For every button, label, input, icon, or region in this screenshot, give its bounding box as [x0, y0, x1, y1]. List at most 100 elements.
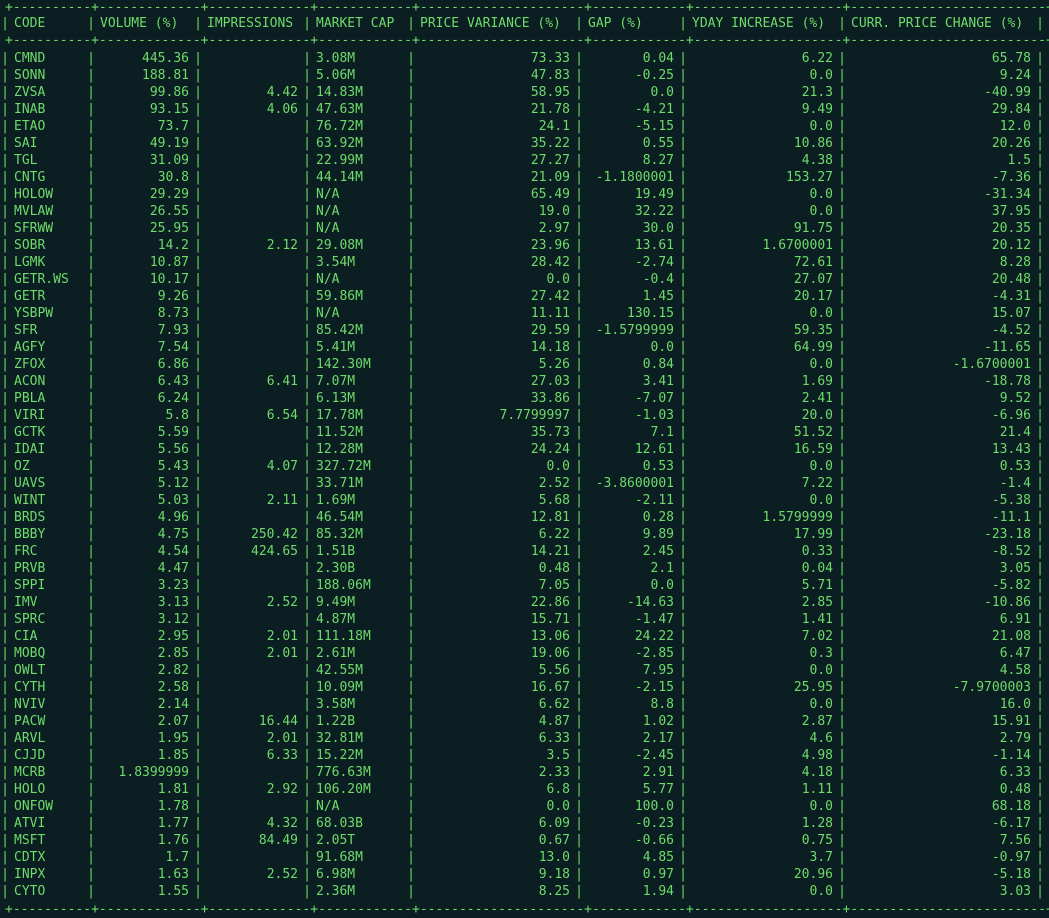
- table-cell: 4.98: [801, 748, 833, 763]
- table-cell: 14.18: [530, 340, 570, 355]
- table-cell: 0.04: [642, 51, 674, 66]
- table-row[interactable]: | | | | | | | | | INPX 1.63 2.52 6.98M 9.18 0.97 20.96 -…: [1, 866, 1045, 883]
- column-separator: |: [1036, 765, 1044, 780]
- column-separator: |: [838, 833, 846, 848]
- table-row[interactable]: | | | | | | | | | CNTG 30.8 44.14M 21.09 -1.1800001 15…: [1, 169, 1045, 186]
- table-cell: 11.11: [530, 306, 570, 321]
- table-row[interactable]: | | | | | | | | | WINT 5.03 2.11 1.69M 5.68 -2.11 0.0 -5…: [1, 492, 1045, 509]
- table-row[interactable]: | | | | | | | | | AGFY 7.54 5.41M 14.18 0.0 64.99 -11.6…: [1, 339, 1045, 356]
- column-separator: |: [838, 187, 846, 202]
- table-row[interactable]: | | | | | | | | | TGL 31.09 22.99M 27.27 8.27 4.38 1.5: [1, 152, 1045, 169]
- table-cell: ACON: [14, 374, 46, 389]
- column-separator: |: [303, 748, 311, 763]
- table-row[interactable]: | | | | | | | | | ARVL 1.95 2.01 32.81M 6.33 2.17 4.6 2.…: [1, 730, 1045, 747]
- table-row[interactable]: | | | | | | | | | CYTO 1.55 2.36M 8.25 1.94 0.0 3.03: [1, 883, 1045, 900]
- table-cell: YSBPW: [14, 306, 54, 321]
- column-separator: |: [303, 374, 311, 389]
- table-cell: PRVB: [14, 561, 46, 576]
- column-separator: |: [1, 527, 9, 542]
- column-separator: |: [575, 629, 583, 644]
- table-row[interactable]: | | | | | | | | | MVLAW 26.55 N/A 19.0 32.22 0.0 37.95: [1, 203, 1045, 220]
- table-cell: 8.28: [999, 255, 1031, 270]
- table-row[interactable]: | | | | | | | | | LGMK 10.87 3.54M 28.42 -2.74 72.61 8.…: [1, 254, 1045, 271]
- table-row[interactable]: | | | | | | | | | MSFT 1.76 84.49 2.05T 0.67 -0.66 0.75…: [1, 832, 1045, 849]
- table-cell: 10.09M: [316, 680, 363, 695]
- table-cell: 4.06: [266, 102, 298, 117]
- table-row[interactable]: | | | | | | | | | PACW 2.07 16.44 1.22B 4.87 1.02 2.87 1…: [1, 713, 1045, 730]
- table-row[interactable]: | | | | | | | | | SPPI 3.23 188.06M 7.05 0.0 5.71 -5.82: [1, 577, 1045, 594]
- column-separator: |: [679, 697, 687, 712]
- table-row[interactable]: | | | | | | | | | MCRB 1.8399999 776.63M 2.33 2.91 4.1…: [1, 764, 1045, 781]
- column-separator: |: [407, 51, 415, 66]
- table-row[interactable]: | | | | | | | | | BBBY 4.75 250.42 85.32M 6.22 9.89 17.…: [1, 526, 1045, 543]
- table-row[interactable]: | | | | | | | | | CDTX 1.7 91.68M 13.0 4.85 3.7 -0.97: [1, 849, 1045, 866]
- table-row[interactable]: | | | | | | | | | SOBR 14.2 2.12 29.08M 23.96 13.61 1.6…: [1, 237, 1045, 254]
- table-cell: -40.99: [984, 85, 1031, 100]
- table-row[interactable]: | | | | | | | | | VIRI 5.8 6.54 17.78M 7.7799997 -1.03…: [1, 407, 1045, 424]
- column-header: IMPRESSIONS: [207, 16, 294, 31]
- table-row[interactable]: | | | | | | | | | OZ 5.43 4.07 327.72M 0.0 0.53 0.0 0.53: [1, 458, 1045, 475]
- column-separator: |: [1036, 442, 1044, 457]
- table-row[interactable]: | | | | | | | | | PBLA 6.24 6.13M 33.86 -7.07 2.41 9.52: [1, 390, 1045, 407]
- table-row[interactable]: | | | | | | | | | NVIV 2.14 3.58M 6.62 8.8 0.0 16.0: [1, 696, 1045, 713]
- table-cell: 91.75: [793, 221, 833, 236]
- column-separator: |: [407, 272, 415, 287]
- column-separator: |: [1, 850, 9, 865]
- column-separator: |: [194, 323, 202, 338]
- table-row[interactable]: | | | | | | | | | HOLOW 29.29 N/A 65.49 19.49 0.0 -31.3…: [1, 186, 1045, 203]
- table-row[interactable]: | | | | | | | | | BRDS 4.96 46.54M 12.81 0.28 1.579999…: [1, 509, 1045, 526]
- column-separator: |: [194, 595, 202, 610]
- column-separator: |: [838, 357, 846, 372]
- column-separator: |: [679, 289, 687, 304]
- table-row[interactable]: | | | | | | | | | YSBPW 8.73 N/A 11.11 130.15 0.0 15.07: [1, 305, 1045, 322]
- column-separator: |: [194, 170, 202, 185]
- table-row[interactable]: | | | | | | | | | ZVSA 99.86 4.42 14.83M 58.95 0.0 21.3…: [1, 84, 1045, 101]
- column-separator: |: [575, 612, 583, 627]
- table-row[interactable]: | | | | | | | | | UAVS 5.12 33.71M 2.52 -3.8600001 7.2…: [1, 475, 1045, 492]
- table-cell: 2.91: [642, 765, 674, 780]
- table-cell: [207, 152, 298, 169]
- table-row[interactable]: | | | | | | | | | SAI 49.19 63.92M 35.22 0.55 10.86 20.…: [1, 135, 1045, 152]
- table-cell: ARVL: [14, 731, 46, 746]
- table-row[interactable]: | | | | | | | | | SONN 188.81 5.06M 47.83 -0.25 0.0 9.2…: [1, 67, 1045, 84]
- table-row[interactable]: | | | | | | | | | IDAI 5.56 12.28M 24.24 12.61 16.59 13…: [1, 441, 1045, 458]
- table-row[interactable]: | | | | | | | | | GCTK 5.59 11.52M 35.73 7.1 51.52 21.4: [1, 424, 1045, 441]
- table-row[interactable]: | | | | | | | | | IMV 3.13 2.52 9.49M 22.86 -14.63 2.85…: [1, 594, 1045, 611]
- column-separator: |: [838, 493, 846, 508]
- table-row[interactable]: | | | | | | | | | ATVI 1.77 4.32 68.03B 6.09 -0.23 1.28…: [1, 815, 1045, 832]
- column-separator: |: [194, 476, 202, 491]
- table-row[interactable]: | | | | | | | | | ETAO 73.7 76.72M 24.1 -5.15 0.0 12.0: [1, 118, 1045, 135]
- table-row[interactable]: | | | | | | | | | GETR 9.26 59.86M 27.42 1.45 20.17 -4.…: [1, 288, 1045, 305]
- column-separator: |: [1036, 748, 1044, 763]
- table-row[interactable]: | | | | | | | | | SFR 7.93 85.42M 29.59 -1.5799999 59.…: [1, 322, 1045, 339]
- table-border-bottom: +----------+-------------+-------------+…: [5, 902, 1049, 917]
- table-row[interactable]: | | | | | | | | | PRVB 4.47 2.30B 0.48 2.1 0.04 3.05: [1, 560, 1045, 577]
- table-row[interactable]: | | | | | | | | | ACON 6.43 6.41 7.07M 27.03 3.41 1.69 -…: [1, 373, 1045, 390]
- table-cell: -23.18: [984, 527, 1031, 542]
- table-row[interactable]: | | | | | | | | | ZFOX 6.86 142.30M 5.26 0.84 0.0 -1.67…: [1, 356, 1045, 373]
- table-cell: 4.75: [157, 527, 189, 542]
- table-cell: 6.33: [538, 731, 570, 746]
- column-separator: |: [575, 799, 583, 814]
- table-row[interactable]: | | | | | | | | | SFRWW 25.95 N/A 2.97 30.0 91.75 20.35: [1, 220, 1045, 237]
- column-separator: |: [1, 340, 9, 355]
- table-cell: 130.15: [627, 306, 674, 321]
- table-row[interactable]: | | | | | | | | | ONFOW 1.78 N/A 0.0 100.0 0.0 68.18: [1, 798, 1045, 815]
- table-row[interactable]: | | | | | | | | | GETR.WS 10.17 N/A 0.0 -0.4 27.07 20.4…: [1, 271, 1045, 288]
- table-cell: 5.41M: [316, 340, 356, 355]
- table-row[interactable]: | | | | | | | | | CMND 445.36 3.08M 73.33 0.04 6.22 65.…: [1, 50, 1045, 67]
- table-row[interactable]: | | | | | | | | | OWLT 2.82 42.55M 5.56 7.95 0.0 4.58: [1, 662, 1045, 679]
- table-row[interactable]: | | | | | | | | | CIA 2.95 2.01 111.18M 13.06 24.22 7.0…: [1, 628, 1045, 645]
- table-row[interactable]: | | | | | | | | | SPRC 3.12 4.87M 15.71 -1.47 1.41 6.91: [1, 611, 1045, 628]
- table-row[interactable]: | | | | | | | | | FRC 4.54 424.65 1.51B 14.21 2.45 0.33…: [1, 543, 1045, 560]
- column-separator: |: [838, 204, 846, 219]
- column-separator: |: [575, 731, 583, 746]
- table-cell: BRDS: [14, 510, 46, 525]
- table-row[interactable]: | | | | | | | | | HOLO 1.81 2.92 106.20M 6.8 5.77 1.11 0…: [1, 781, 1045, 798]
- table-row[interactable]: | | | | | | | | | CYTH 2.58 10.09M 16.67 -2.15 25.95 -7…: [1, 679, 1045, 696]
- table-row[interactable]: | | | | | | | | | CJJD 1.85 6.33 15.22M 3.5 -2.45 4.98 -…: [1, 747, 1045, 764]
- table-cell: -18.78: [984, 374, 1031, 389]
- table-row[interactable]: | | | | | | | | | MOBQ 2.85 2.01 2.61M 19.06 -2.85 0.3 6…: [1, 645, 1045, 662]
- column-separator: |: [87, 340, 95, 355]
- table-row[interactable]: | | | | | | | | | INAB 93.15 4.06 47.63M 21.78 -4.21 9.…: [1, 101, 1045, 118]
